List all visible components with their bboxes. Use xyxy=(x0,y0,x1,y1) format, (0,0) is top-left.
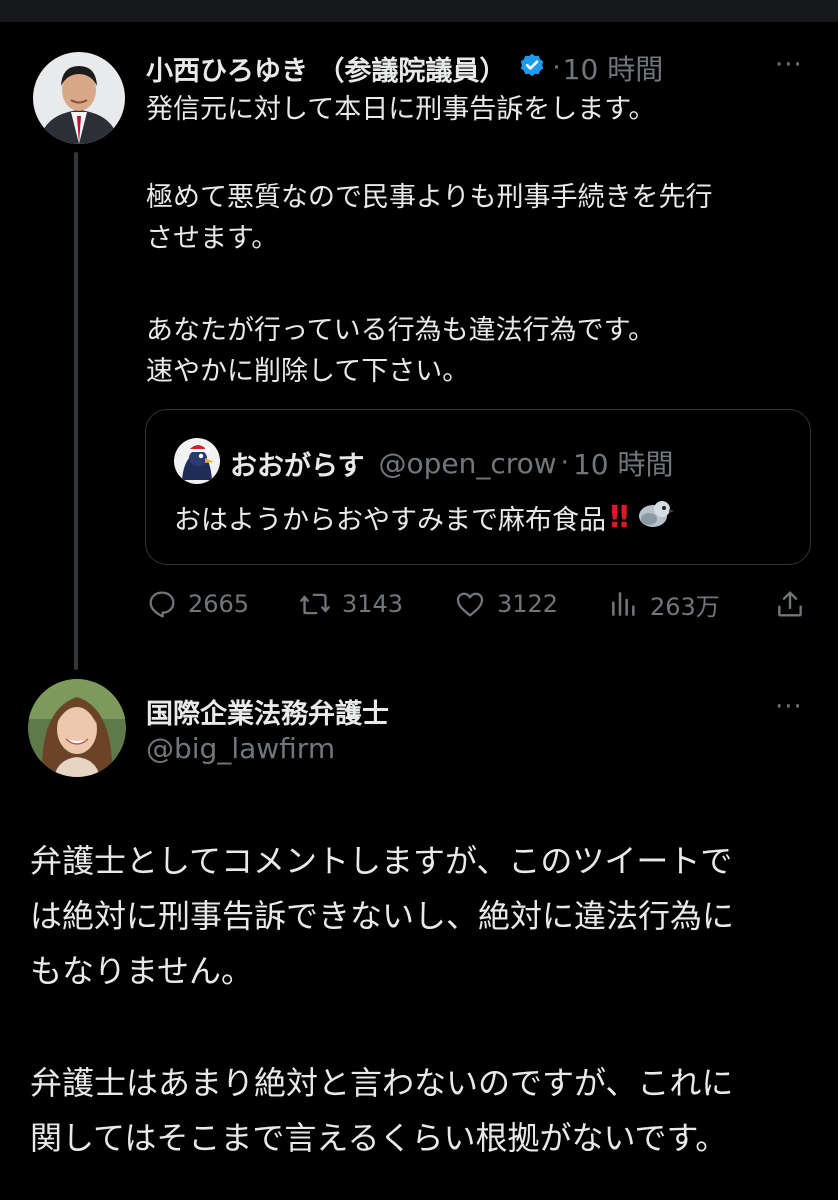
quote-handle[interactable]: @open_crow xyxy=(378,447,556,480)
tweet1-author-name[interactable]: 小西ひろゆき （参議院議員） xyxy=(146,49,506,88)
quote-timestamp[interactable]: 10 時間 xyxy=(573,443,674,483)
views-icon xyxy=(612,592,635,616)
tweet1-avatar[interactable] xyxy=(33,52,125,144)
tweet1-header: 小西ひろゆき （参議院議員） · 10 時間 xyxy=(146,48,663,88)
quote-text-content: おはようからおやすみまで麻布食品 xyxy=(174,505,606,536)
top-status-bar xyxy=(0,0,838,22)
like-button[interactable]: 3122 xyxy=(453,588,558,620)
share-icon xyxy=(778,591,802,617)
quote-text: おはようからおやすみまで麻布食品 ‼ xyxy=(174,497,674,538)
quoted-tweet-card[interactable]: おおがらす @open_crow · 10 時間 おはようからおやすみまで麻布食… xyxy=(145,409,811,565)
quote-separator-dot: · xyxy=(560,448,569,478)
tweet1-more-icon[interactable]: ··· xyxy=(775,50,803,80)
tweet1-line-2: 極めて悪質なので民事よりも刑事手続きを先行 xyxy=(146,182,713,213)
tweet2-handle[interactable]: @big_lawfirm xyxy=(146,732,335,765)
like-icon xyxy=(456,592,484,617)
tweet2-line-3: もなりません。 xyxy=(30,952,254,990)
reply-icon xyxy=(149,591,175,618)
tweet1-separator-dot: · xyxy=(552,53,561,83)
reply-button[interactable]: 2665 xyxy=(146,588,249,620)
tweet2-author-name[interactable]: 国際企業法務弁護士 xyxy=(146,692,389,731)
bird-emoji-icon xyxy=(636,497,674,538)
tweet2-line-5: 関してはそこまで言えるくらい根拠がないです。 xyxy=(30,1119,728,1157)
tweet1-line-3: させます。 xyxy=(146,223,279,254)
quote-avatar[interactable] xyxy=(174,438,220,484)
tweet2-line-4: 弁護士はあまり絶対と言わないのですが、これに xyxy=(30,1064,734,1102)
retweet-count: 3143 xyxy=(342,590,404,618)
like-count: 3122 xyxy=(497,590,559,618)
tweet1-line-1: 発信元に対して本日に刑事告訴をします。 xyxy=(146,94,656,125)
tweet1-line-5: 速やかに削除して下さい。 xyxy=(146,356,470,387)
tweet1-timestamp[interactable]: 10 時間 xyxy=(563,48,664,88)
retweet-icon xyxy=(300,593,330,615)
verified-badge-icon xyxy=(518,52,546,84)
tweet1-line-4: あなたが行っている行為も違法行為です。 xyxy=(146,315,655,346)
reply-count: 2665 xyxy=(188,590,250,618)
tweet1-action-bar: 2665 3143 3122 263万 xyxy=(146,586,810,622)
quote-header: おおがらす @open_crow · 10 時間 xyxy=(230,443,673,483)
quote-author-name[interactable]: おおがらす xyxy=(230,444,364,483)
views-count: 263万 xyxy=(650,592,720,621)
tweet2-avatar[interactable] xyxy=(28,679,126,777)
tweet2-more-icon[interactable]: ··· xyxy=(775,692,803,722)
retweet-button[interactable]: 3143 xyxy=(298,588,403,620)
tweet2-line-2: は絶対に刑事告訴できないし、絶対に違法行為に xyxy=(30,897,735,935)
thread-connector-line xyxy=(74,152,78,670)
share-button[interactable] xyxy=(774,588,816,620)
tweet2-line-1: 弁護士としてコメントしますが、このツイートで xyxy=(30,842,733,880)
views-button[interactable]: 263万 xyxy=(608,587,720,622)
double-exclamation-emoji: ‼ xyxy=(610,500,629,535)
